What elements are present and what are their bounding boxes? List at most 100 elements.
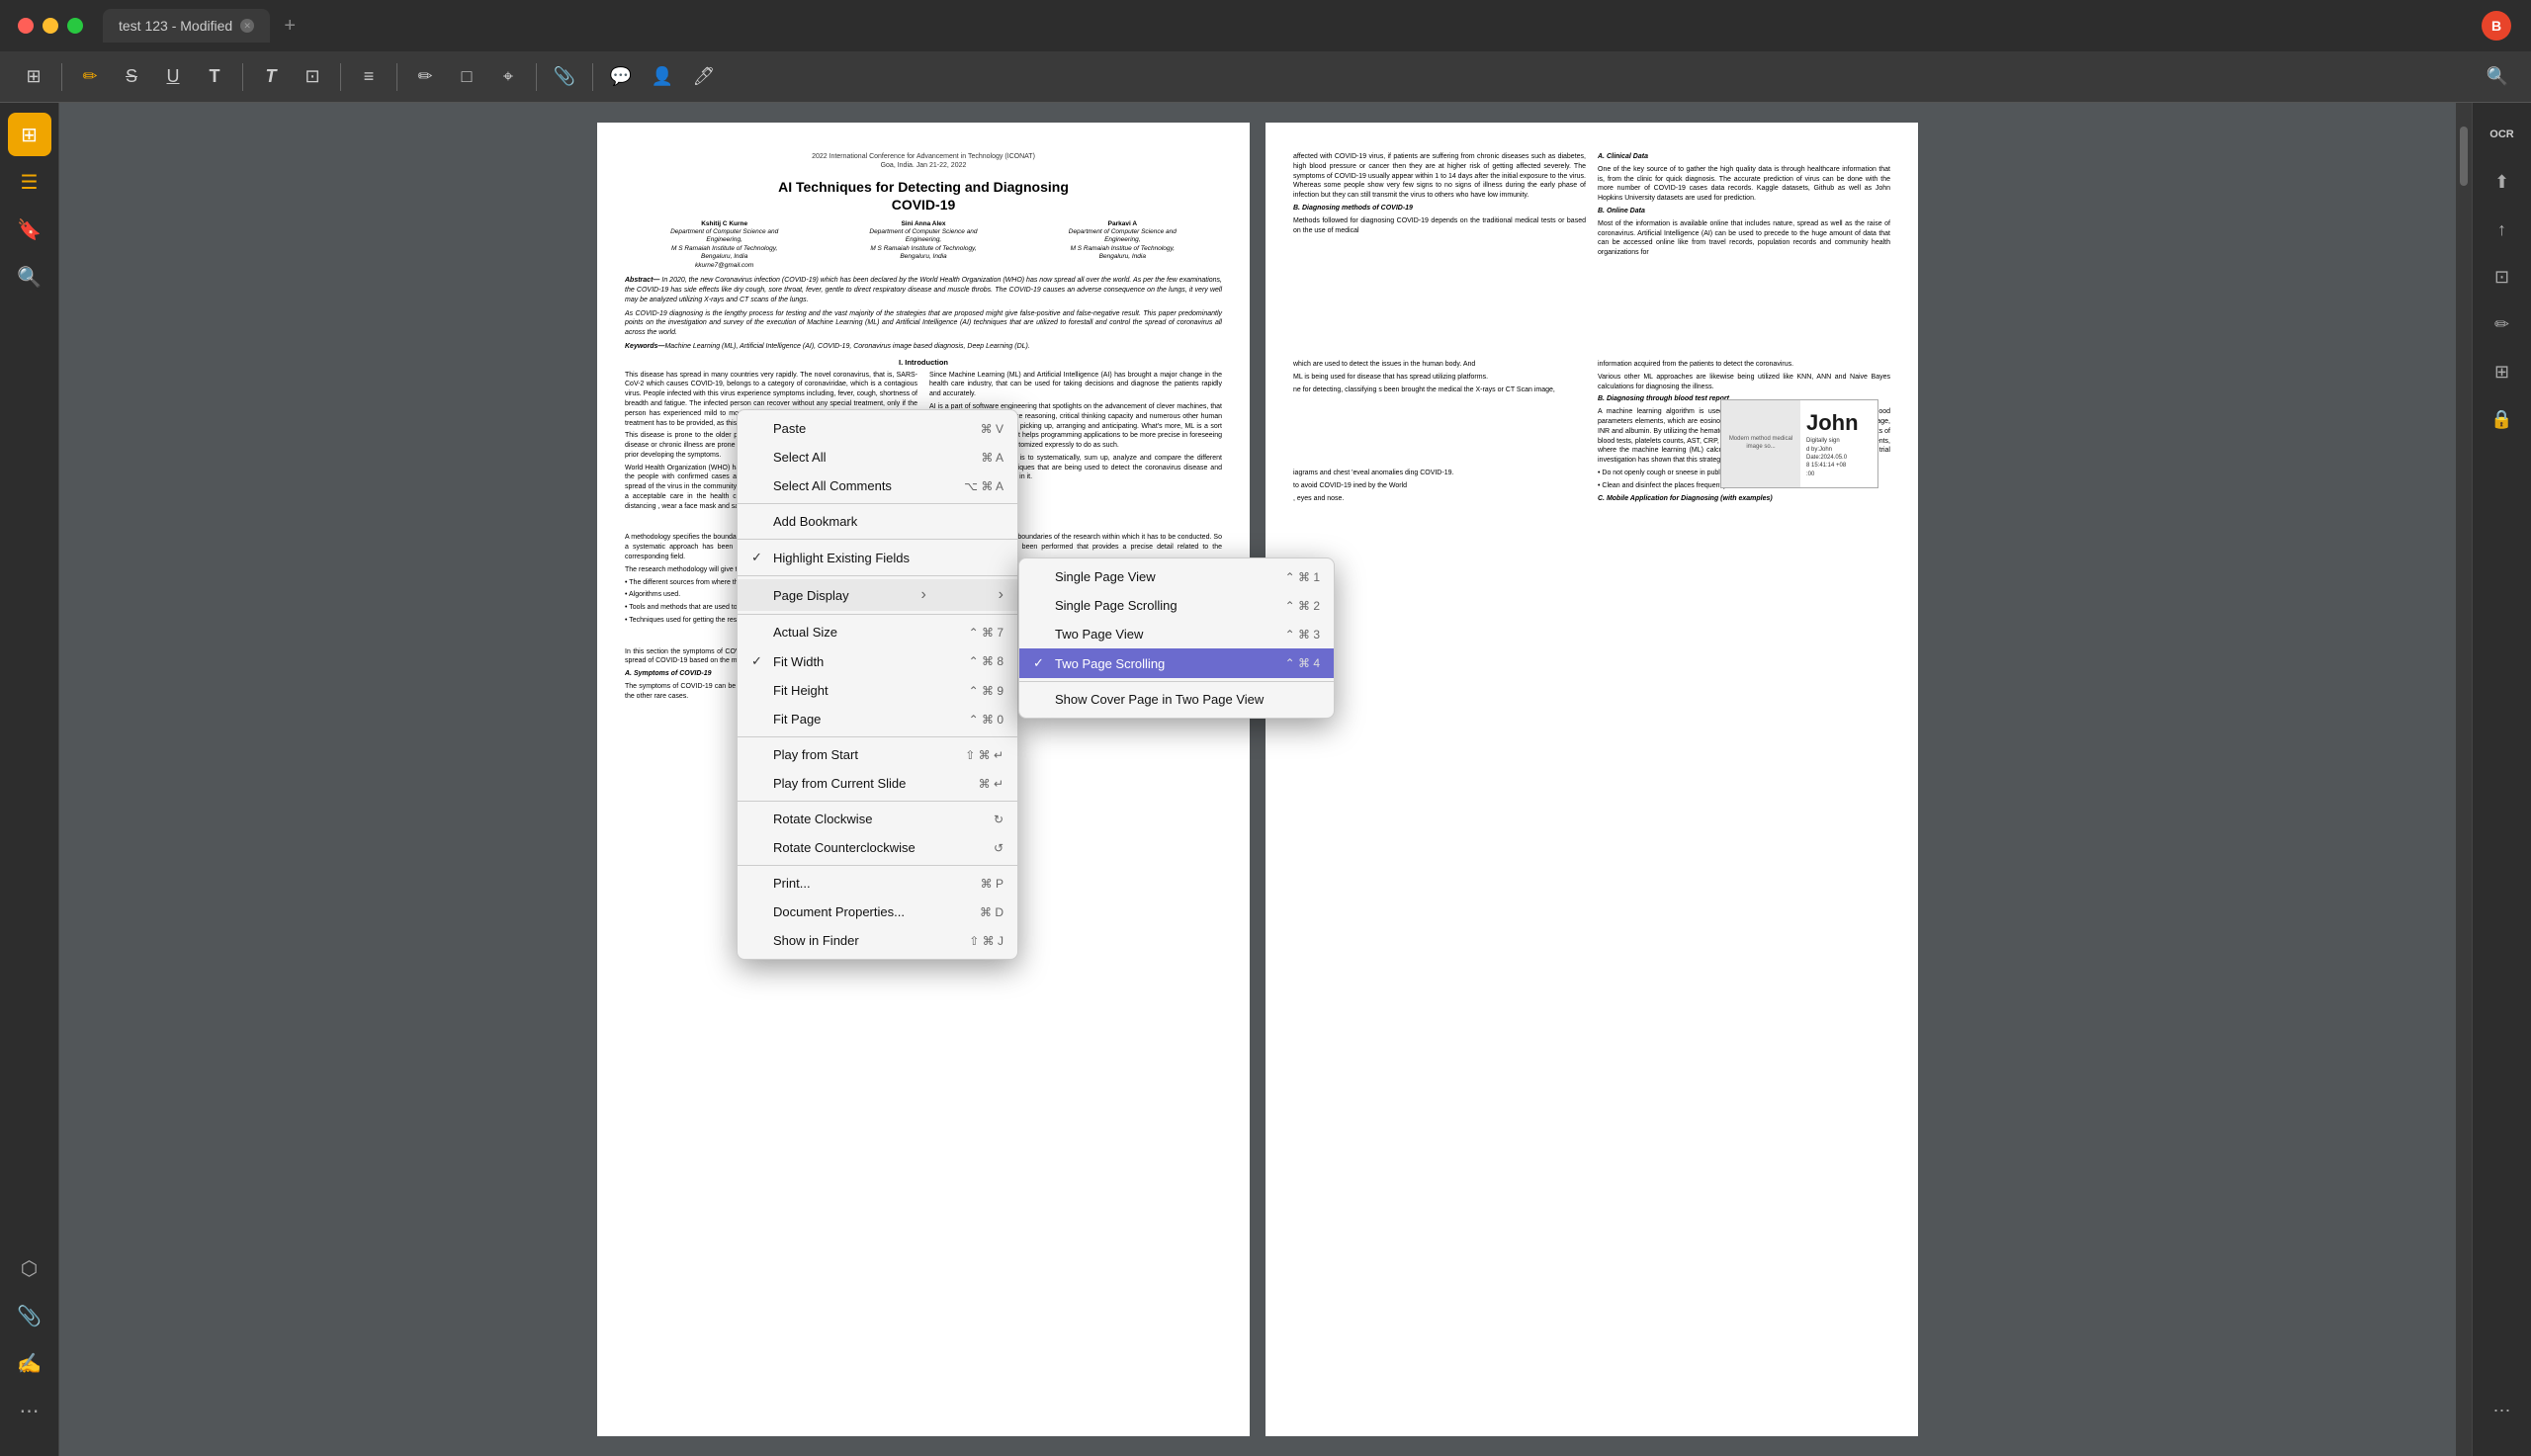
- select-all-comments-menu-item[interactable]: Select All Comments ⌥ ⌘ A: [738, 471, 1017, 500]
- author-3: Parkavi A Department of Computer Science…: [1023, 220, 1222, 271]
- document-properties-menu-item[interactable]: Document Properties... ⌘ D: [738, 898, 1017, 926]
- lasso-icon[interactable]: ⌖: [490, 59, 526, 95]
- actual-size-menu-item[interactable]: Actual Size ⌃ ⌘ 7: [738, 618, 1017, 646]
- protect-icon[interactable]: 🔒: [2481, 397, 2524, 441]
- author-1: Kshitij C Kurne Department of Computer S…: [625, 220, 824, 271]
- rotate-cw-menu-item[interactable]: Rotate Clockwise ↻: [738, 805, 1017, 833]
- play-from-current-menu-item[interactable]: Play from Current Slide ⌘ ↵: [738, 769, 1017, 798]
- traffic-lights: [0, 18, 83, 34]
- abstract-section: Abstract— In 2020, the new Coronavirus i…: [625, 276, 1222, 304]
- person-icon[interactable]: 👤: [645, 59, 680, 95]
- pdf-page-right: affected with COVID-19 virus, if patient…: [1266, 123, 1918, 1436]
- search-sidebar-icon[interactable]: 🔍: [8, 255, 51, 299]
- select-all-menu-item[interactable]: Select All ⌘ A: [738, 443, 1017, 471]
- strikethrough-icon[interactable]: S: [114, 59, 149, 95]
- pencil-icon[interactable]: ✏: [407, 59, 443, 95]
- text-cursor-icon[interactable]: T: [253, 59, 289, 95]
- menu-separator-1: [738, 503, 1017, 504]
- text-select-icon[interactable]: T: [197, 59, 232, 95]
- play-from-start-menu-item[interactable]: Play from Start ⇧ ⌘ ↵: [738, 740, 1017, 769]
- section-1-title: I. Introduction: [625, 358, 1222, 368]
- toolbar-divider-2: [242, 63, 243, 91]
- show-cover-page-item[interactable]: Show Cover Page in Two Page View: [1019, 685, 1334, 714]
- highlight-fields-menu-item[interactable]: ✓ Highlight Existing Fields: [738, 543, 1017, 572]
- fullscreen-button[interactable]: [67, 18, 83, 34]
- paste-menu-item[interactable]: Paste ⌘ V: [738, 414, 1017, 443]
- fit-height-menu-item[interactable]: Fit Height ⌃ ⌘ 9: [738, 676, 1017, 705]
- single-page-view-item[interactable]: Single Page View ⌃ ⌘ 1: [1019, 562, 1334, 591]
- search-icon[interactable]: 🔍: [2480, 59, 2515, 95]
- print-menu-item[interactable]: Print... ⌘ P: [738, 869, 1017, 898]
- page-display-submenu: Single Page View ⌃ ⌘ 1 Single Page Scrol…: [1018, 557, 1335, 719]
- toolbar-divider-4: [396, 63, 397, 91]
- new-tab-button[interactable]: +: [278, 14, 302, 38]
- main-area: ⊞ ☰ 🔖 🔍 ⬡ 📎 ✍ ⋯ 2022 International Confe…: [0, 103, 2531, 1456]
- more-tools-icon[interactable]: ⋯: [2481, 1389, 2524, 1432]
- context-menu: Paste ⌘ V Select All ⌘ A Select All Comm…: [737, 409, 1018, 960]
- menu-separator-7: [738, 865, 1017, 866]
- scroll-thumb[interactable]: [2460, 127, 2468, 186]
- left-sidebar: ⊞ ☰ 🔖 🔍 ⬡ 📎 ✍ ⋯: [0, 103, 59, 1456]
- menu-separator-3: [738, 575, 1017, 576]
- attachment-icon[interactable]: 📎: [547, 59, 582, 95]
- layers-icon[interactable]: ⬡: [8, 1246, 51, 1290]
- user-avatar: B: [2482, 11, 2511, 41]
- text-box-icon[interactable]: ⊡: [295, 59, 330, 95]
- menu-separator-2: [738, 539, 1017, 540]
- paper-title: AI Techniques for Detecting and Diagnosi…: [625, 178, 1222, 214]
- sig-name: John: [1806, 409, 1872, 438]
- library-icon[interactable]: ⊞: [16, 59, 51, 95]
- right-page-content: affected with COVID-19 virus, if patient…: [1293, 152, 1890, 261]
- two-page-view-item[interactable]: Two Page View ⌃ ⌘ 3: [1019, 620, 1334, 648]
- attachments-icon[interactable]: 📎: [8, 1294, 51, 1337]
- author-2: Sini Anna Alex Department of Computer Sc…: [824, 220, 1022, 271]
- single-page-scrolling-item[interactable]: Single Page Scrolling ⌃ ⌘ 2: [1019, 591, 1334, 620]
- scrollbar[interactable]: [2456, 103, 2472, 1456]
- abstract-section-2: As COVID-19 diagnosing is the lengthy pr…: [625, 309, 1222, 338]
- toolbar: ⊞ ✏ S U T T ⊡ ≡ ✏ □ ⌖ 📎 💬 👤 🖊 🔍: [0, 51, 2531, 103]
- bookmarks-icon[interactable]: 🔖: [8, 208, 51, 251]
- ocr-icon[interactable]: OCR: [2481, 113, 2524, 156]
- underline-icon[interactable]: U: [155, 59, 191, 95]
- menu-separator-6: [738, 801, 1017, 802]
- outline-icon[interactable]: ☰: [8, 160, 51, 204]
- keywords-section: Keywords—Machine Learning (ML), Artifici…: [625, 342, 1222, 352]
- conference-header: 2022 International Conference for Advanc…: [625, 152, 1222, 170]
- more-sidebar-icon[interactable]: ⋯: [8, 1389, 51, 1432]
- list-icon[interactable]: ≡: [351, 59, 387, 95]
- fit-width-menu-item[interactable]: ✓ Fit Width ⌃ ⌘ 8: [738, 646, 1017, 676]
- thumbnails-icon[interactable]: ⊞: [8, 113, 51, 156]
- submenu-separator: [1019, 681, 1334, 682]
- minimize-button[interactable]: [43, 18, 58, 34]
- pdf-content-area: 2022 International Conference for Advanc…: [59, 103, 2456, 1456]
- close-button[interactable]: [18, 18, 34, 34]
- active-tab[interactable]: test 123 - Modified ✕: [103, 9, 270, 43]
- page-display-menu-item[interactable]: Page Display ›: [738, 579, 1017, 611]
- export-pdf-icon[interactable]: ⬆: [2481, 160, 2524, 204]
- highlighter-icon[interactable]: 🖊: [686, 59, 722, 95]
- fit-page-menu-item[interactable]: Fit Page ⌃ ⌘ 0: [738, 705, 1017, 733]
- pages-icon[interactable]: ⊡: [2481, 255, 2524, 299]
- organize-icon[interactable]: ⊞: [2481, 350, 2524, 393]
- signatures-icon[interactable]: ✍: [8, 1341, 51, 1385]
- digital-signature: Modern method medical image so... John D…: [1720, 399, 1878, 488]
- right-panel: OCR ⬆ ↑ ⊡ ✏ ⊞ 🔒 ⋯: [2472, 103, 2531, 1456]
- share-icon[interactable]: ↑: [2481, 208, 2524, 251]
- toolbar-divider-1: [61, 63, 62, 91]
- tab-bar: test 123 - Modified ✕ +: [103, 9, 2482, 43]
- add-bookmark-menu-item[interactable]: Add Bookmark: [738, 507, 1017, 536]
- shapes-icon[interactable]: □: [449, 59, 484, 95]
- comment-icon[interactable]: 💬: [603, 59, 639, 95]
- tab-title: test 123 - Modified: [119, 18, 232, 34]
- tab-close-button[interactable]: ✕: [240, 19, 254, 33]
- annotate-icon[interactable]: ✏: [72, 59, 108, 95]
- sig-thumbnail: Modern method medical image so...: [1721, 400, 1800, 487]
- authors-section: Kshitij C Kurne Department of Computer S…: [625, 220, 1222, 271]
- fill-sign-icon[interactable]: ✏: [2481, 302, 2524, 346]
- sig-info: John Digitally signd by:JohnDate:2024.05…: [1800, 403, 1877, 485]
- rotate-ccw-menu-item[interactable]: Rotate Counterclockwise ↺: [738, 833, 1017, 862]
- show-in-finder-menu-item[interactable]: Show in Finder ⇧ ⌘ J: [738, 926, 1017, 955]
- two-page-scrolling-item[interactable]: ✓ Two Page Scrolling ⌃ ⌘ 4: [1019, 648, 1334, 678]
- titlebar: test 123 - Modified ✕ + B: [0, 0, 2531, 51]
- toolbar-divider-5: [536, 63, 537, 91]
